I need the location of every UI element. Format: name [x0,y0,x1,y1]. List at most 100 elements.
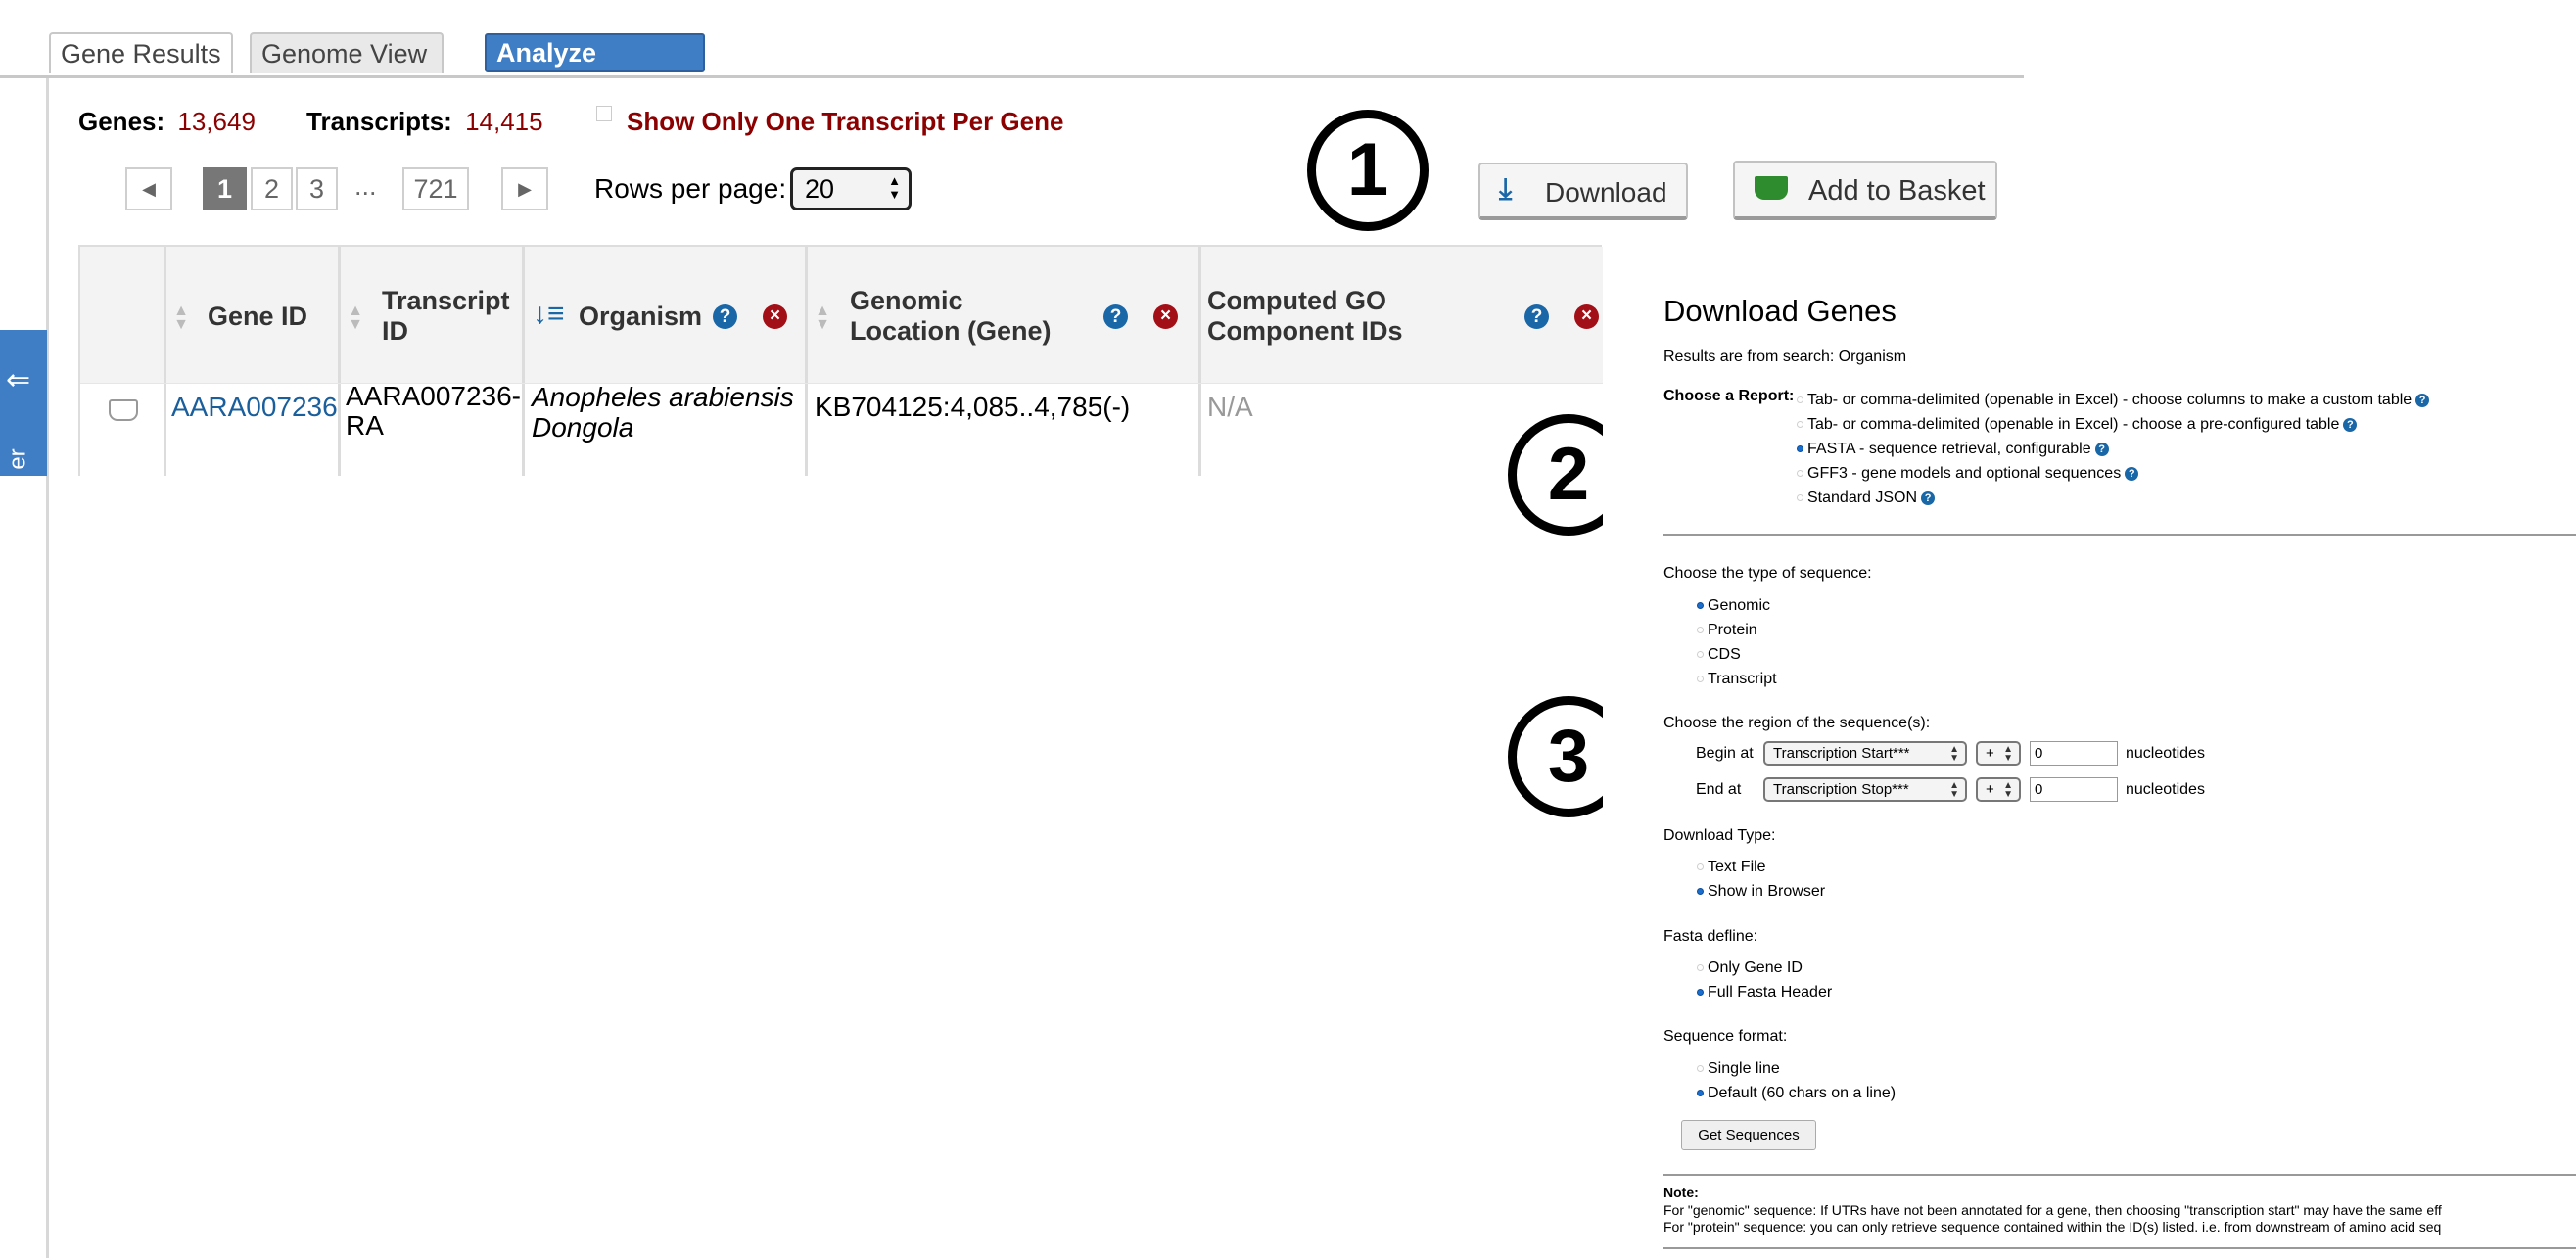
radio-button[interactable] [1697,964,1704,972]
note-top-divider [1663,1174,2576,1176]
column-header-go-component[interactable]: Computed GO Component IDs ? × [1201,247,1603,384]
report-option[interactable]: Tab- or comma-delimited (openable in Exc… [1797,392,2430,409]
sequence-type-option[interactable]: Genomic [1697,597,1770,615]
note-label: Note: [1663,1185,1699,1200]
radio-button-selected[interactable] [1697,888,1704,896]
help-icon[interactable]: ? [713,304,737,329]
radio-button[interactable] [1697,676,1704,683]
sort-icon[interactable]: ▲ ▼ [814,303,831,333]
tab-divider [0,75,2024,78]
add-to-basket-button[interactable]: Add to Basket [1733,161,1997,220]
radio-button[interactable] [1797,494,1803,502]
begin-unit-label: nucleotides [2126,745,2205,762]
remove-column-icon[interactable]: × [763,304,787,329]
page-1-button[interactable]: 1 [203,167,247,210]
end-anchor-select[interactable]: Transcription Stop*** ▲ ▼ [1763,777,1967,802]
gene-id-header-label: Gene ID [208,302,308,331]
defline-option[interactable]: Full Fasta Header [1697,984,1832,1002]
begin-offset-input[interactable]: 0 [2030,741,2118,766]
sequence-format-option[interactable]: Default (60 chars on a line) [1697,1085,1896,1102]
help-icon[interactable]: ? [1921,490,1936,505]
radio-button[interactable] [1697,627,1704,634]
sequence-type-option[interactable]: Protein [1697,622,1757,639]
add-to-basket-label: Add to Basket [1808,175,1986,207]
download-type-option[interactable]: Text File [1697,859,1766,876]
gene-id-link[interactable]: AARA007236 [171,392,338,423]
transcript-id-value: AARA007236-RA [346,381,522,441]
transcript-id-cell: AARA007236-RA [341,381,525,476]
report-option-label: GFF3 - gene models and optional sequence… [1807,465,2122,482]
report-option[interactable]: GFF3 - gene models and optional sequence… [1797,465,2139,483]
help-icon[interactable]: ? [2094,442,2109,456]
radio-button[interactable] [1797,470,1803,478]
sequence-type-option-label: Transcript [1708,671,1777,687]
tab-gene-results[interactable]: Gene Results [49,32,233,73]
gene-id-cell: AARA007236 [166,384,341,476]
help-icon[interactable]: ? [2343,417,2358,432]
radio-button[interactable] [1697,651,1704,659]
end-sign-select[interactable]: + ▲ ▼ [1976,777,2021,802]
note-line: For "genomic" sequence: If UTRs have not… [1663,1202,2442,1218]
help-icon[interactable]: ? [2125,466,2139,481]
radio-button-selected[interactable] [1697,602,1704,610]
column-header-organism[interactable]: ↓≡ Organism ? × [525,247,808,384]
column-header-gene-id[interactable]: ▲ ▼ Gene ID [166,247,341,384]
report-option[interactable]: Tab- or comma-delimited (openable in Exc… [1797,416,2358,434]
prev-page-button[interactable]: ◀ [125,167,172,210]
organism-value: Anopheles arabiensis Dongola [532,382,794,443]
radio-button-selected[interactable] [1697,989,1704,997]
download-subtitle: Results are from search: Organism [1663,349,1907,365]
radio-button-selected[interactable] [1797,445,1803,453]
sort-icon[interactable]: ▲ ▼ [172,303,190,333]
radio-button[interactable] [1697,863,1704,871]
download-type-option[interactable]: Show in Browser [1697,883,1825,901]
help-icon[interactable]: ? [1524,304,1549,329]
organism-cell: Anopheles arabiensis Dongola [525,382,808,476]
organism-header-label: Organism [579,302,703,331]
side-panel-toggle[interactable]: ⇐ er [0,330,47,476]
help-icon[interactable]: ? [2415,393,2430,407]
analyze-results-button[interactable]: Analyze Results [485,33,705,103]
one-transcript-label[interactable]: Show Only One Transcript Per Gene [627,107,1063,137]
report-option[interactable]: Standard JSON? [1797,489,1936,507]
radio-button[interactable] [1797,396,1803,404]
sort-icon[interactable]: ▲ ▼ [347,303,364,333]
sequence-format-option[interactable]: Single line [1697,1060,1780,1078]
section-divider [1663,534,2576,536]
report-option[interactable]: FASTA - sequence retrieval, configurable… [1797,441,2109,458]
defline-option[interactable]: Only Gene ID [1697,959,1803,977]
tab-genome-view[interactable]: Genome View [250,32,444,73]
table-row-divider [78,383,1603,384]
radio-button-selected[interactable] [1697,1090,1704,1097]
download-button[interactable]: ⤓ Download [1478,163,1688,220]
sequence-type-option[interactable]: Transcript [1697,671,1777,688]
download-title: Download Genes [1663,294,1897,328]
begin-anchor-select[interactable]: Transcription Start*** ▲ ▼ [1763,741,1967,766]
sequence-format-option-label: Single line [1708,1060,1780,1077]
page-2-button[interactable]: 2 [251,167,293,210]
last-page-button[interactable]: 721 [402,167,469,210]
collapse-arrow-icon: ⇐ [6,364,31,396]
sort-ascending-icon[interactable]: ↓≡ [533,298,565,331]
radio-button[interactable] [1797,421,1803,429]
remove-column-icon[interactable]: × [1574,304,1599,329]
remove-column-icon[interactable]: × [1153,304,1178,329]
next-page-button[interactable]: ▶ [501,167,548,210]
report-option-label: FASTA - sequence retrieval, configurable [1807,441,2091,457]
get-sequences-button[interactable]: Get Sequences [1681,1120,1816,1150]
begin-at-label: Begin at [1696,745,1754,762]
help-icon[interactable]: ? [1103,304,1128,329]
rows-per-page-select[interactable]: 20 ▲ ▼ [790,167,912,210]
genes-label: Genes: [78,107,165,136]
page-3-button[interactable]: 3 [296,167,338,210]
defline-option-label: Full Fasta Header [1708,984,1833,1001]
end-offset-input[interactable]: 0 [2030,777,2118,802]
radio-button[interactable] [1697,1065,1704,1073]
begin-sign-select[interactable]: + ▲ ▼ [1976,741,2021,766]
one-transcript-checkbox[interactable] [596,106,612,121]
add-to-basket-icon[interactable] [109,399,138,421]
sequence-type-option[interactable]: CDS [1697,646,1741,664]
column-header-genomic-location[interactable]: ▲ ▼ Genomic Location (Gene) ? × [808,247,1201,384]
defline-option-label: Only Gene ID [1708,959,1803,976]
column-header-transcript-id[interactable]: ▲ ▼ Transcript ID [341,247,525,384]
